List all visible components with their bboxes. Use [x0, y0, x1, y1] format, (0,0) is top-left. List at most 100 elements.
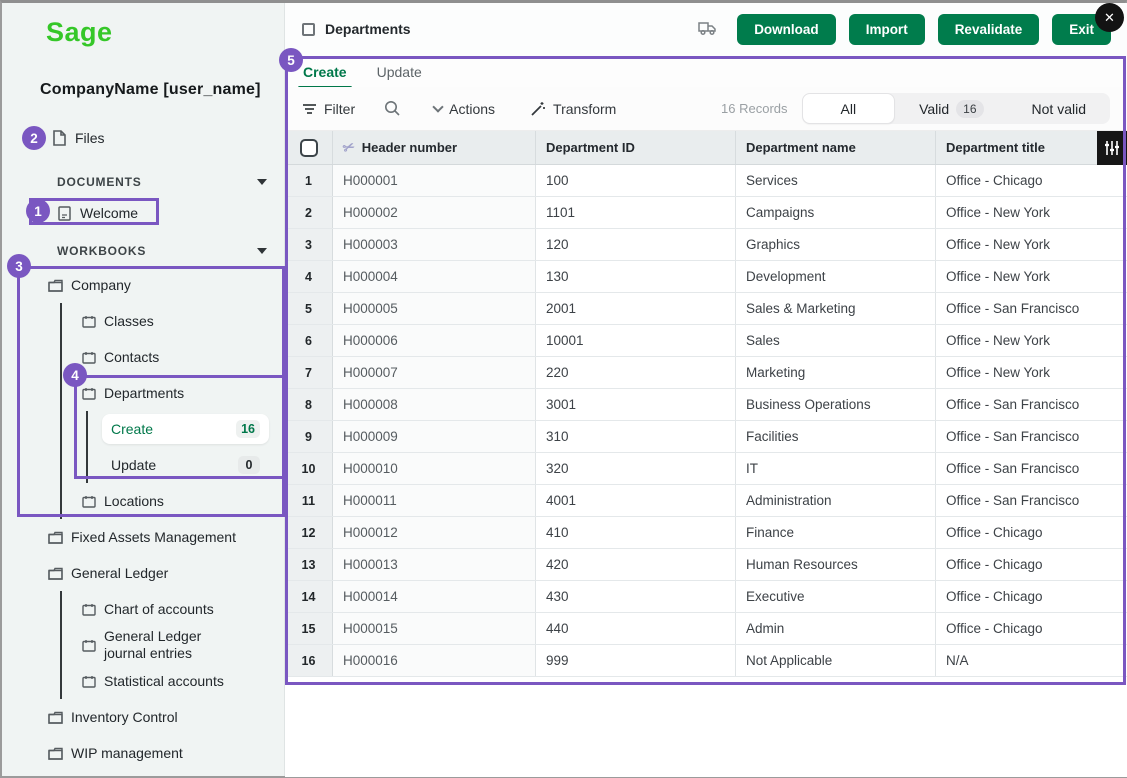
cell-department-title[interactable]: Office - New York: [936, 261, 1127, 292]
cell-header-number[interactable]: H000001: [333, 165, 536, 196]
cell-department-id[interactable]: 420: [536, 549, 736, 580]
sidebar-item-company[interactable]: Company: [2, 267, 285, 303]
row-number-cell[interactable]: 7: [285, 357, 333, 388]
transform-button[interactable]: Transform: [530, 101, 616, 117]
cell-department-name[interactable]: Sales & Marketing: [736, 293, 936, 324]
cell-header-number[interactable]: H000006: [333, 325, 536, 356]
sidebar-item-departments[interactable]: Departments: [62, 375, 285, 411]
truck-icon[interactable]: [697, 18, 719, 39]
cell-header-number[interactable]: H000014: [333, 581, 536, 612]
row-number-cell[interactable]: 10: [285, 453, 333, 484]
column-settings-button[interactable]: [1097, 131, 1127, 165]
cell-department-name[interactable]: Development: [736, 261, 936, 292]
sidebar-item-update[interactable]: Update0: [88, 447, 285, 483]
row-number-cell[interactable]: 14: [285, 581, 333, 612]
cell-header-number[interactable]: H000011: [333, 485, 536, 516]
row-number-cell[interactable]: 13: [285, 549, 333, 580]
revalidate-button[interactable]: Revalidate: [938, 14, 1040, 45]
cell-department-id[interactable]: 410: [536, 517, 736, 548]
sidebar-item-welcome[interactable]: Welcome: [58, 201, 138, 225]
select-all-checkbox[interactable]: [300, 139, 318, 157]
cell-department-id[interactable]: 220: [536, 357, 736, 388]
cell-department-title[interactable]: Office - New York: [936, 357, 1127, 388]
row-number-cell[interactable]: 4: [285, 261, 333, 292]
cell-department-id[interactable]: 310: [536, 421, 736, 452]
cell-department-name[interactable]: Finance: [736, 517, 936, 548]
row-number-cell[interactable]: 12: [285, 517, 333, 548]
filter-button[interactable]: Filter: [302, 101, 355, 117]
row-number-cell[interactable]: 16: [285, 645, 333, 676]
cell-department-id[interactable]: 4001: [536, 485, 736, 516]
cell-department-title[interactable]: Office - Chicago: [936, 613, 1127, 644]
cell-department-id[interactable]: 10001: [536, 325, 736, 356]
import-button[interactable]: Import: [849, 14, 925, 45]
download-button[interactable]: Download: [737, 14, 836, 45]
cell-department-name[interactable]: Human Resources: [736, 549, 936, 580]
cell-department-title[interactable]: N/A: [936, 645, 1127, 676]
cell-department-id[interactable]: 2001: [536, 293, 736, 324]
cell-header-number[interactable]: H000015: [333, 613, 536, 644]
row-number-cell[interactable]: 3: [285, 229, 333, 260]
cell-header-number[interactable]: H000016: [333, 645, 536, 676]
column-header-department-name[interactable]: Department name: [736, 131, 936, 164]
cell-department-name[interactable]: Graphics: [736, 229, 936, 260]
segment-not-valid[interactable]: Not valid: [1008, 93, 1110, 124]
cell-department-title[interactable]: Office - San Francisco: [936, 421, 1127, 452]
cell-department-id[interactable]: 120: [536, 229, 736, 260]
cell-header-number[interactable]: H000009: [333, 421, 536, 452]
close-button[interactable]: ✕: [1095, 3, 1124, 32]
segment-all[interactable]: All: [802, 93, 896, 124]
cell-department-name[interactable]: Administration: [736, 485, 936, 516]
sidebar-item-general-ledger-journal-entries[interactable]: General Ledger journal entries: [62, 627, 285, 663]
sidebar-item-statistical-accounts[interactable]: Statistical accounts: [62, 663, 285, 699]
row-number-cell[interactable]: 11: [285, 485, 333, 516]
sidebar-item-inventory-control[interactable]: Inventory Control: [2, 699, 285, 735]
cell-department-id[interactable]: 3001: [536, 389, 736, 420]
cell-department-id[interactable]: 320: [536, 453, 736, 484]
cell-department-title[interactable]: Office - San Francisco: [936, 293, 1127, 324]
cell-department-title[interactable]: Office - New York: [936, 197, 1127, 228]
row-number-cell[interactable]: 15: [285, 613, 333, 644]
row-number-cell[interactable]: 5: [285, 293, 333, 324]
sidebar-item-wip-management[interactable]: WIP management: [2, 735, 285, 771]
cell-department-name[interactable]: Sales: [736, 325, 936, 356]
cell-department-id[interactable]: 130: [536, 261, 736, 292]
row-number-cell[interactable]: 1: [285, 165, 333, 196]
cell-department-title[interactable]: Office - Chicago: [936, 517, 1127, 548]
cell-department-id[interactable]: 430: [536, 581, 736, 612]
cell-department-name[interactable]: Business Operations: [736, 389, 936, 420]
actions-button[interactable]: Actions: [434, 101, 495, 117]
cell-header-number[interactable]: H000005: [333, 293, 536, 324]
cell-department-id[interactable]: 999: [536, 645, 736, 676]
cell-header-number[interactable]: H000012: [333, 517, 536, 548]
sidebar-item-classes[interactable]: Classes: [62, 303, 285, 339]
sidebar-item-contacts[interactable]: Contacts: [62, 339, 285, 375]
cell-department-name[interactable]: IT: [736, 453, 936, 484]
cell-department-title[interactable]: Office - San Francisco: [936, 389, 1127, 420]
cell-department-name[interactable]: Facilities: [736, 421, 936, 452]
create-pill[interactable]: Create16: [102, 414, 269, 444]
cell-department-title[interactable]: Office - New York: [936, 229, 1127, 260]
cell-department-title[interactable]: Office - Chicago: [936, 549, 1127, 580]
cell-department-name[interactable]: Marketing: [736, 357, 936, 388]
cell-header-number[interactable]: H000004: [333, 261, 536, 292]
sidebar-item-locations[interactable]: Locations: [62, 483, 285, 519]
row-number-cell[interactable]: 2: [285, 197, 333, 228]
column-header-header-number[interactable]: ✂ Header number: [333, 131, 536, 164]
cell-department-id[interactable]: 1101: [536, 197, 736, 228]
sidebar-item-chart-of-accounts[interactable]: Chart of accounts: [62, 591, 285, 627]
row-number-cell[interactable]: 8: [285, 389, 333, 420]
workbooks-section-header[interactable]: WORKBOOKS: [57, 244, 267, 258]
cell-department-id[interactable]: 100: [536, 165, 736, 196]
sidebar-item-files[interactable]: Files: [52, 125, 105, 151]
cell-department-title[interactable]: Office - Chicago: [936, 581, 1127, 612]
tab-update[interactable]: Update: [372, 60, 427, 84]
cell-department-name[interactable]: Services: [736, 165, 936, 196]
column-header-department-id[interactable]: Department ID: [536, 131, 736, 164]
cell-department-name[interactable]: Executive: [736, 581, 936, 612]
cell-department-title[interactable]: Office - San Francisco: [936, 453, 1127, 484]
segment-valid[interactable]: Valid 16: [895, 93, 1007, 124]
update-pill[interactable]: Update0: [102, 450, 269, 480]
cell-department-id[interactable]: 440: [536, 613, 736, 644]
row-number-cell[interactable]: 9: [285, 421, 333, 452]
